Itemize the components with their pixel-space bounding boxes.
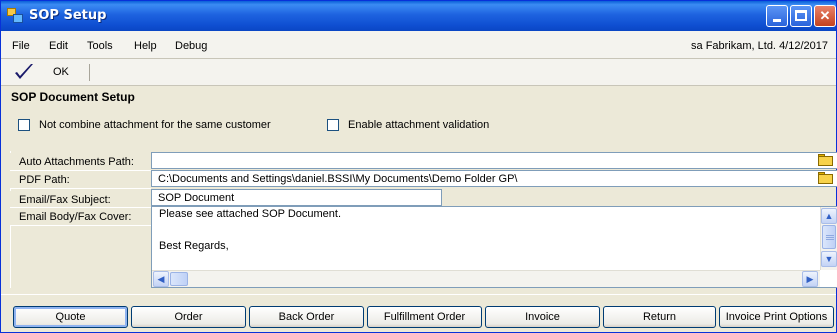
menu-bar: File Edit Tools Help Debug sa Fabrikam, …	[1, 31, 836, 59]
toolbar-separator	[89, 64, 90, 81]
maximize-icon	[795, 10, 807, 21]
back-order-button[interactable]: Back Order	[249, 306, 364, 328]
section-title: SOP Document Setup	[11, 90, 135, 104]
menu-file[interactable]: File	[12, 40, 30, 52]
menu-help[interactable]: Help	[134, 40, 157, 52]
divider	[10, 225, 151, 226]
toolbar: OK	[1, 59, 836, 86]
pdf-path-label: PDF Path:	[10, 171, 150, 188]
app-icon	[7, 8, 23, 24]
folder-icon[interactable]	[818, 154, 834, 167]
title-bar[interactable]: SOP Setup ✕	[1, 1, 836, 31]
chevron-down-icon: ▼	[824, 254, 834, 264]
vertical-scrollbar[interactable]: ▲ ▼	[820, 207, 837, 270]
invoice-print-options-button[interactable]: Invoice Print Options	[719, 306, 834, 328]
user-company-date: sa Fabrikam, Ltd. 4/12/2017	[691, 40, 828, 52]
minimize-icon	[773, 19, 781, 22]
enable-validation-label: Enable attachment validation	[348, 119, 490, 131]
scroll-down-button[interactable]: ▼	[821, 251, 837, 267]
close-icon: ✕	[819, 8, 831, 23]
not-combine-checkbox[interactable]	[18, 119, 30, 131]
email-subject-label: Email/Fax Subject:	[10, 191, 150, 208]
not-combine-label: Not combine attachment for the same cust…	[39, 119, 271, 131]
order-button[interactable]: Order	[131, 306, 246, 328]
menu-edit[interactable]: Edit	[49, 40, 68, 52]
menu-debug[interactable]: Debug	[175, 40, 207, 52]
auto-attachments-path-input[interactable]	[151, 152, 837, 169]
close-button[interactable]: ✕	[814, 5, 836, 27]
user-date: 4/12/2017	[779, 40, 828, 52]
enable-validation-checkbox[interactable]	[327, 119, 339, 131]
chevron-left-icon: ◀	[157, 274, 165, 284]
quote-button[interactable]: Quote	[13, 306, 128, 328]
horizontal-scrollbar[interactable]: ◀ ▶	[152, 270, 820, 287]
invoice-button[interactable]: Invoice	[485, 306, 600, 328]
scroll-up-button[interactable]: ▲	[821, 208, 837, 224]
folder-icon[interactable]	[818, 172, 834, 185]
fulfillment-order-button[interactable]: Fulfillment Order	[367, 306, 482, 328]
chevron-right-icon: ▶	[806, 274, 814, 284]
window-title: SOP Setup	[29, 8, 107, 23]
checkmark-icon[interactable]	[14, 63, 34, 81]
scroll-right-button[interactable]: ▶	[802, 271, 818, 287]
maximize-button[interactable]	[790, 5, 812, 27]
email-body-label: Email Body/Fax Cover:	[10, 208, 150, 225]
ok-button[interactable]: OK	[53, 66, 69, 78]
email-body-line: Please see attached SOP Document.	[159, 208, 342, 220]
company-name: Fabrikam, Ltd.	[705, 40, 776, 52]
horizontal-scroll-thumb[interactable]	[170, 272, 188, 286]
pdf-path-input[interactable]: C:\Documents and Settings\daniel.BSSI\My…	[151, 170, 837, 187]
menu-tools[interactable]: Tools	[87, 40, 113, 52]
divider	[10, 188, 151, 189]
scroll-left-button[interactable]: ◀	[153, 271, 169, 287]
chevron-up-icon: ▲	[824, 211, 834, 221]
auto-attachments-path-label: Auto Attachments Path:	[10, 153, 150, 170]
email-body-textarea[interactable]: Please see attached SOP Document. Best R…	[151, 206, 837, 288]
vertical-scroll-thumb[interactable]	[822, 225, 836, 249]
minimize-button[interactable]	[766, 5, 788, 27]
email-subject-input[interactable]: SOP Document	[151, 189, 442, 206]
user-id: sa	[691, 40, 703, 52]
button-bar: Quote Order Back Order Fulfillment Order…	[1, 294, 836, 332]
email-body-line: Best Regards,	[159, 240, 229, 252]
sop-setup-window: SOP Setup ✕ File Edit Tools Help Debug s…	[0, 0, 837, 333]
return-button[interactable]: Return	[603, 306, 716, 328]
